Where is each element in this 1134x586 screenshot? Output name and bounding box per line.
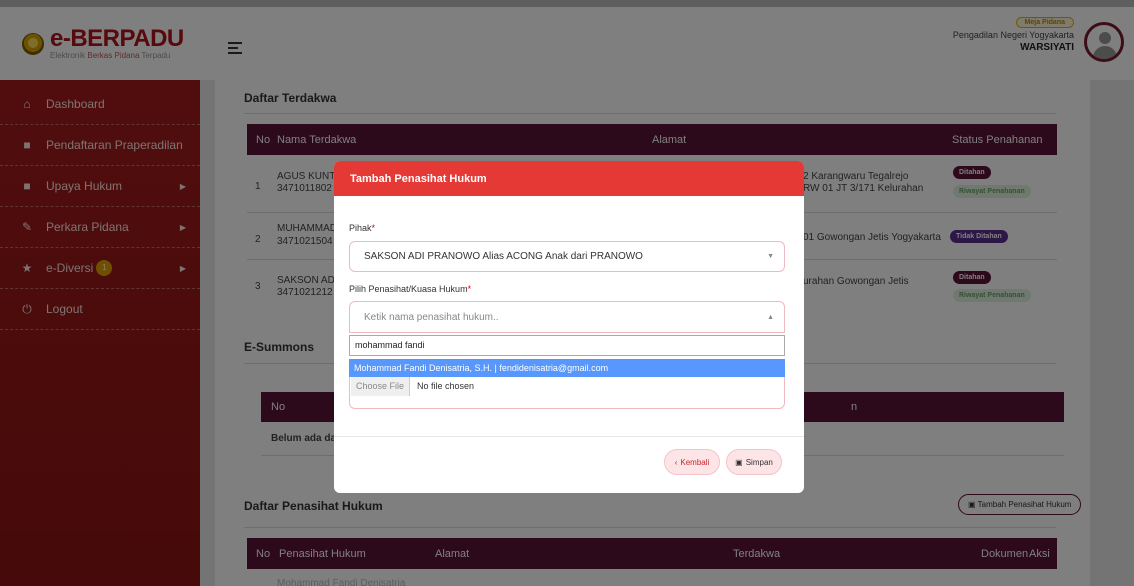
penasihat-search-input[interactable]: mohammad fandi bbox=[349, 335, 785, 356]
chevron-down-icon: ▼ bbox=[767, 253, 774, 260]
add-penasihat-modal: Tambah Penasihat Hukum Pihak* SAKSON ADI… bbox=[334, 161, 804, 493]
choose-file-button[interactable]: Choose File bbox=[351, 376, 411, 396]
save-button[interactable]: ▣ Simpan bbox=[726, 449, 782, 475]
chevron-left-icon: ‹ bbox=[674, 457, 678, 467]
penasihat-label: Pilih Penasihat/Kuasa Hukum* bbox=[349, 284, 472, 294]
pihak-select[interactable]: SAKSON ADI PRANOWO Alias ACONG Anak dari… bbox=[349, 241, 785, 272]
file-status: No file chosen bbox=[417, 381, 475, 391]
pihak-label: Pihak* bbox=[349, 223, 376, 233]
chevron-up-icon: ▲ bbox=[767, 313, 774, 321]
save-icon: ▣ bbox=[735, 457, 743, 467]
document-upload: Choose File No file chosen bbox=[349, 376, 785, 409]
penasihat-select[interactable]: Ketik nama penasihat hukum.. ▲ bbox=[349, 301, 785, 333]
modal-title: Tambah Penasihat Hukum bbox=[334, 161, 804, 196]
dropdown-option[interactable]: Mohammad Fandi Denisatria, S.H. | fendid… bbox=[349, 359, 785, 377]
back-button[interactable]: ‹ Kembali bbox=[664, 449, 720, 475]
penasihat-dropdown: mohammad fandi Mohammad Fandi Denisatria… bbox=[349, 333, 785, 377]
